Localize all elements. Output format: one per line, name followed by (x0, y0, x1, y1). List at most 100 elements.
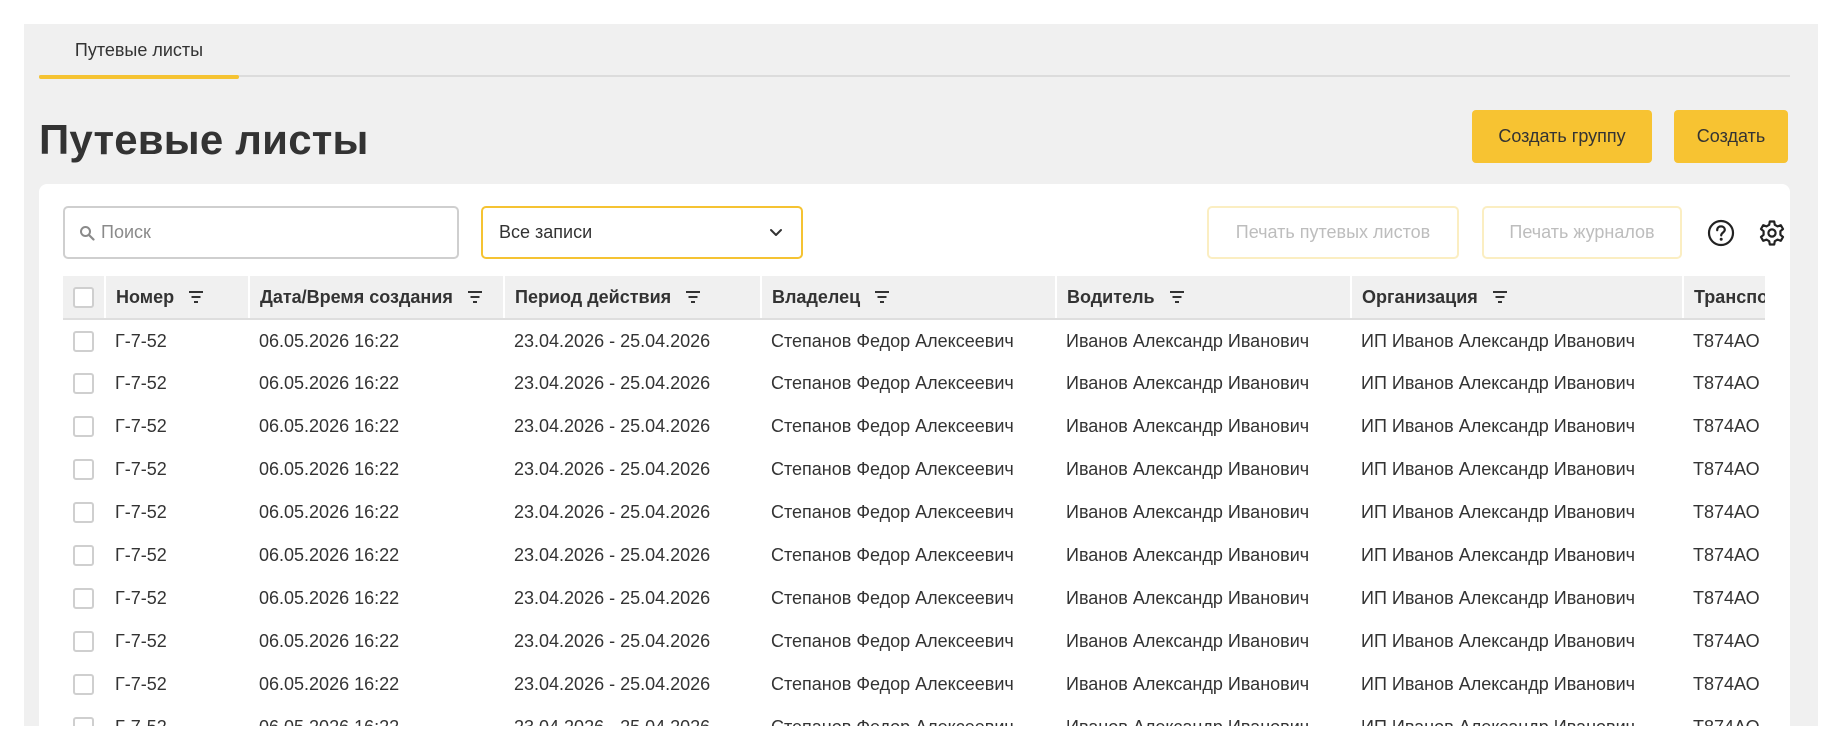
cell-transport: Т874АО (1683, 706, 1765, 726)
row-select-cell (63, 577, 105, 620)
column-header-created[interactable]: Дата/Время создания (249, 276, 505, 320)
records-filter-select[interactable]: Все записи (481, 206, 803, 259)
filter-icon[interactable] (685, 290, 701, 304)
cell-created: 06.05.2026 16:22 (259, 330, 400, 351)
table-row[interactable]: Г-7-5206.05.2026 16:2223.04.2026 - 25.04… (63, 534, 1765, 577)
cell-number: Г-7-52 (115, 631, 167, 651)
cell-owner: Степанов Федор Алексеевич (771, 588, 1014, 608)
row-checkbox[interactable] (73, 502, 94, 524)
cell-period: 23.04.2026 - 25.04.2026 (504, 706, 761, 726)
column-header-label: Транспо (1694, 286, 1765, 307)
table-row[interactable]: Г-7-5206.05.2026 16:2223.04.2026 - 25.04… (63, 448, 1765, 491)
row-select-cell (63, 534, 105, 577)
create-button[interactable]: Создать (1674, 110, 1788, 163)
cell-owner: Степанов Федор Алексеевич (771, 545, 1014, 565)
cell-organization: ИП Иванов Александр Иванович (1361, 330, 1636, 351)
cell-driver: Иванов Александр Иванович (1066, 416, 1310, 436)
search-icon (79, 225, 95, 241)
cell-transport: Т874АО (1693, 631, 1760, 651)
waybills-table: Номер Дата/Время создания Период действи… (63, 276, 1765, 726)
row-checkbox[interactable] (73, 717, 94, 726)
print-waybills-button[interactable]: Печать путевых листов (1207, 206, 1459, 259)
cell-transport: Т874АО (1693, 502, 1760, 522)
row-select-cell (63, 448, 105, 491)
cell-owner: Степанов Федор Алексеевич (771, 502, 1014, 522)
row-checkbox[interactable] (73, 631, 94, 653)
print-journals-button[interactable]: Печать журналов (1482, 206, 1682, 259)
column-header-owner[interactable]: Владелец (761, 276, 1057, 320)
column-header-label: Организация (1362, 286, 1478, 307)
row-checkbox[interactable] (73, 373, 94, 395)
select-all-checkbox[interactable] (73, 286, 94, 308)
table-row[interactable]: Г-7-5206.05.2026 16:2223.04.2026 - 25.04… (63, 706, 1765, 726)
row-select-cell (63, 491, 105, 534)
row-checkbox[interactable] (73, 674, 94, 696)
cell-organization: ИП Иванов Александр Иванович (1361, 459, 1636, 479)
cell-owner: Степанов Федор Алексеевич (771, 373, 1014, 393)
column-header-organization[interactable]: Организация (1351, 276, 1684, 320)
cell-period: 23.04.2026 - 25.04.2026 (514, 674, 711, 694)
row-checkbox[interactable] (73, 588, 94, 610)
cell-period: 23.04.2026 - 25.04.2026 (514, 330, 711, 351)
chevron-down-icon (769, 228, 783, 237)
filter-icon[interactable] (188, 290, 204, 304)
cell-transport: Т874АО (1693, 459, 1760, 479)
cell-driver: Иванов Александр Иванович (1066, 459, 1310, 479)
table-row[interactable]: Г-7-5206.05.2026 16:2223.04.2026 - 25.04… (63, 362, 1765, 405)
toolbar: Все записи Печать путевых листов Печать … (39, 184, 1790, 274)
row-select-cell (63, 405, 105, 448)
table-row[interactable]: Г-7-5206.05.2026 16:2223.04.2026 - 25.04… (63, 319, 1765, 362)
create-group-button[interactable]: Создать группу (1472, 110, 1652, 163)
cell-driver: Иванов Александр Иванович (1066, 373, 1310, 393)
cell-number: Г-7-52 (115, 545, 167, 565)
table-row[interactable]: Г-7-5206.05.2026 16:2223.04.2026 - 25.04… (63, 577, 1765, 620)
table-row[interactable]: Г-7-5206.05.2026 16:2223.04.2026 - 25.04… (63, 405, 1765, 448)
column-header-period[interactable]: Период действия (504, 276, 762, 320)
cell-created: 06.05.2026 16:22 (259, 416, 400, 436)
cell-transport: Т874АО (1693, 330, 1760, 351)
cell-owner: Степанов Федор Алексеевич (771, 330, 1014, 351)
cell-driver: Иванов Александр Иванович (1066, 631, 1310, 651)
table-row[interactable]: Г-7-5206.05.2026 16:2223.04.2026 - 25.04… (63, 491, 1765, 534)
table-header-row: Номер Дата/Время создания Период действи… (63, 276, 1765, 320)
help-circle-icon[interactable] (1706, 218, 1736, 248)
cell-driver: Иванов Александр Иванович (1066, 674, 1310, 694)
cell-driver: Иванов Александр Иванович (1066, 502, 1310, 522)
tab-bar: Путевые листы (39, 24, 1790, 79)
cell-organization: ИП Иванов Александр Иванович (1361, 674, 1636, 694)
tab-waybills[interactable]: Путевые листы (39, 24, 239, 79)
cell-period: 23.04.2026 - 25.04.2026 (514, 631, 711, 651)
row-select-cell (63, 620, 105, 663)
search-input[interactable] (101, 222, 441, 243)
filter-icon[interactable] (1492, 290, 1508, 304)
cell-owner: Степанов Федор Алексеевич (761, 706, 1056, 726)
cell-owner: Степанов Федор Алексеевич (771, 459, 1014, 479)
column-header-driver[interactable]: Водитель (1056, 276, 1352, 320)
column-header-transport[interactable]: Транспо (1683, 276, 1765, 320)
filter-icon[interactable] (874, 290, 890, 304)
cell-number: Г-7-52 (115, 588, 167, 608)
filter-icon[interactable] (1169, 290, 1185, 304)
table-row[interactable]: Г-7-5206.05.2026 16:2223.04.2026 - 25.04… (63, 663, 1765, 706)
cell-owner: Степанов Федор Алексеевич (771, 631, 1014, 651)
select-all-cell (63, 276, 106, 320)
cell-owner: Степанов Федор Алексеевич (771, 416, 1014, 436)
row-checkbox[interactable] (73, 459, 94, 481)
cell-created: 06.05.2026 16:22 (259, 674, 400, 694)
search-box[interactable] (63, 206, 459, 259)
cell-driver: Иванов Александр Иванович (1056, 706, 1351, 726)
row-checkbox[interactable] (73, 330, 94, 352)
filter-icon[interactable] (467, 290, 483, 304)
row-checkbox[interactable] (73, 416, 94, 438)
cell-transport: Т874АО (1693, 373, 1760, 393)
gear-icon[interactable] (1757, 218, 1787, 248)
column-header-number[interactable]: Номер (105, 276, 250, 320)
page-title: Путевые листы (39, 116, 369, 163)
cell-number: Г-7-52 (115, 459, 167, 479)
column-header-label: Водитель (1067, 286, 1155, 307)
waybills-card: Все записи Печать путевых листов Печать … (39, 184, 1790, 726)
table-row[interactable]: Г-7-5206.05.2026 16:2223.04.2026 - 25.04… (63, 620, 1765, 663)
row-checkbox[interactable] (73, 545, 94, 567)
cell-number: Г-7-52 (115, 502, 167, 522)
cell-driver: Иванов Александр Иванович (1066, 545, 1310, 565)
